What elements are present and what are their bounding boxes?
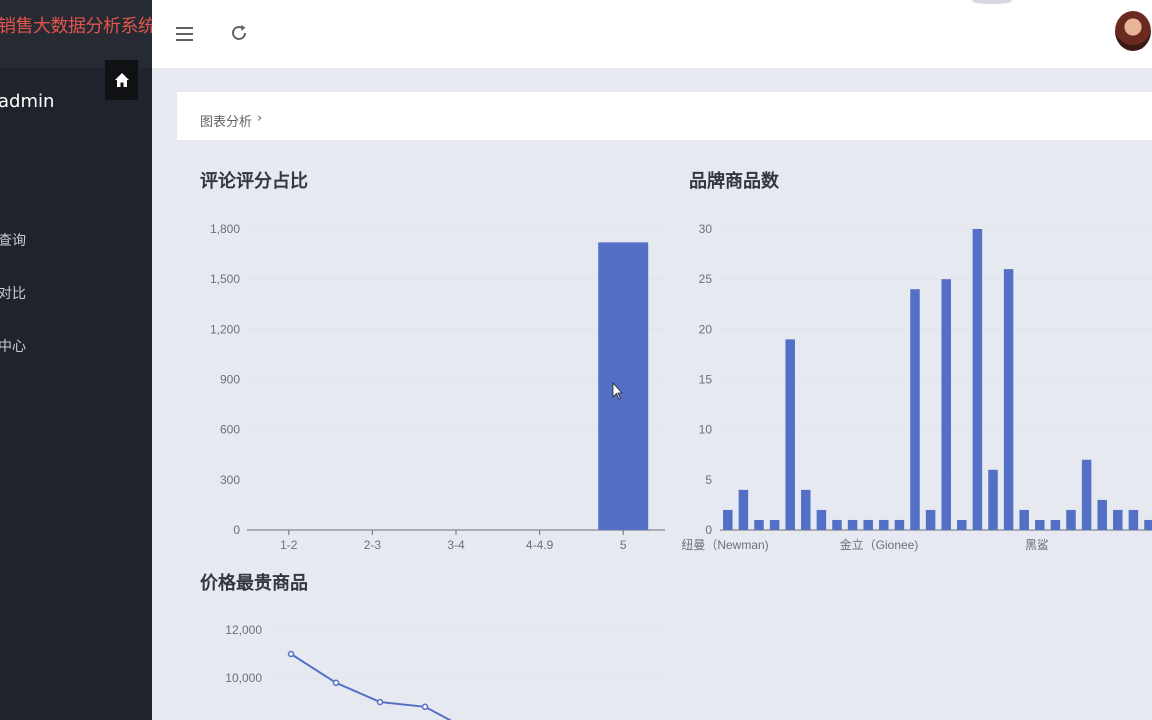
bar [816, 509, 827, 530]
y-tick-label: 25 [699, 272, 713, 286]
y-tick-label: 0 [705, 523, 712, 537]
bar [925, 509, 936, 530]
y-tick-label: 1,200 [210, 322, 240, 336]
x-tick-label: 5 [620, 538, 627, 552]
bar [1003, 269, 1014, 530]
bar [1097, 499, 1107, 530]
y-tick-label: 1,800 [210, 222, 240, 236]
bar [832, 519, 842, 530]
x-tick-label: 黑鲨 [1025, 538, 1049, 552]
data-point [332, 679, 340, 687]
data-point [421, 703, 429, 711]
x-tick-label: 1-2 [280, 538, 298, 552]
bar [957, 519, 967, 530]
bar [1081, 459, 1092, 530]
y-tick-label: 300 [220, 473, 240, 487]
bar [863, 519, 873, 530]
bar [1019, 509, 1029, 530]
y-tick-label: 600 [220, 423, 240, 437]
bar [972, 229, 983, 530]
charts-canvas: 03006009001,2001,5001,8001-2 2-3 3-4 4-4.9 5… [210, 222, 1152, 720]
bar [723, 509, 733, 530]
y-tick-label: 5 [705, 473, 712, 487]
y-tick-label: 30 [699, 222, 713, 236]
bar [941, 279, 951, 530]
y-tick-label: 900 [220, 373, 240, 387]
y-tick-label: 15 [699, 373, 713, 387]
bar [769, 519, 780, 530]
bar [847, 519, 858, 530]
y-tick-label: 10,000 [225, 671, 262, 685]
x-tick-label: 3-4 [447, 538, 465, 552]
y-tick-label: 20 [699, 322, 713, 336]
bar [754, 519, 764, 530]
bar [1144, 519, 1152, 530]
bar [1128, 509, 1139, 530]
series-line [290, 653, 452, 720]
bar [598, 242, 649, 530]
y-tick-label: 12,000 [225, 623, 262, 637]
y-tick-label: 1,500 [210, 272, 240, 286]
data-point [376, 698, 384, 706]
bar [910, 289, 920, 530]
bar [785, 339, 795, 530]
bar [894, 519, 905, 530]
y-tick-label: 10 [699, 423, 713, 437]
bar [1066, 509, 1076, 530]
bar [738, 489, 749, 530]
bar [1113, 509, 1123, 530]
bar [1035, 519, 1045, 530]
x-tick-label: 纽曼（Newman) [681, 538, 768, 552]
data-point [287, 650, 295, 658]
y-tick-label: 0 [233, 523, 240, 537]
bar [801, 489, 811, 530]
x-tick-label: 金立（Gionee) [840, 537, 919, 552]
bar [1050, 519, 1061, 530]
bar [988, 469, 998, 530]
x-tick-label: 4-4.9 [526, 538, 554, 552]
x-tick-label: 2-3 [364, 538, 382, 552]
bar [879, 519, 889, 530]
